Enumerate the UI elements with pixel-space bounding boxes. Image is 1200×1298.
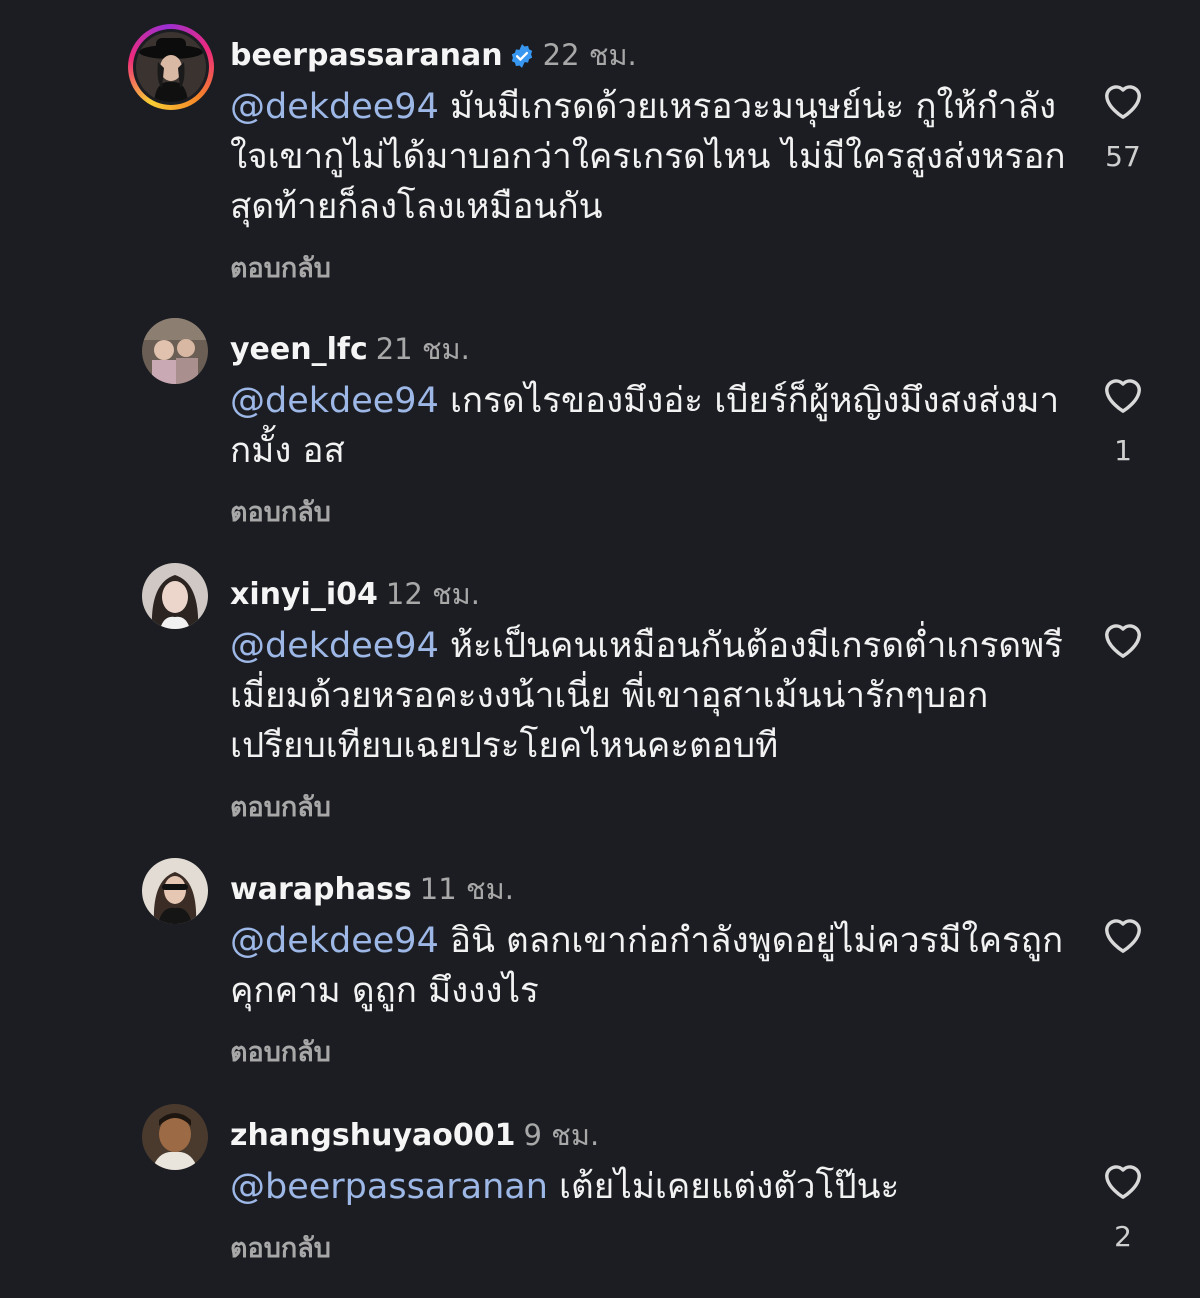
like-count: 1 (1114, 434, 1132, 467)
username-link[interactable]: zhangshuyao001 (230, 1118, 516, 1153)
username-link[interactable]: waraphass (230, 872, 412, 907)
username-link[interactable]: yeen_lfc (230, 332, 368, 367)
like-count: 57 (1105, 140, 1141, 173)
username-link[interactable]: xinyi_i04 (230, 577, 378, 612)
avatar[interactable] (142, 1104, 208, 1170)
avatar[interactable] (142, 563, 208, 629)
reply-button[interactable]: ตอบกลับ (230, 785, 331, 828)
like-heart-icon[interactable] (1100, 372, 1146, 414)
reply-button[interactable]: ตอบกลับ (230, 490, 331, 533)
like-heart-icon[interactable] (1100, 78, 1146, 120)
comment-text: @dekdee94 อินิ ตลกเขาก่อกำลังพูดอยู่ไม่ค… (230, 916, 1070, 1016)
comment-body-text: เต้ยไม่เคยแต่งตัวโป๊นะ (547, 1167, 900, 1207)
avatar-story-ring[interactable] (128, 24, 214, 110)
avatar[interactable] (142, 318, 208, 384)
reply-button[interactable]: ตอบกลับ (230, 246, 331, 289)
comment-timestamp: 11 ชม. (419, 872, 514, 906)
reply-button[interactable]: ตอบกลับ (230, 1226, 331, 1269)
mention-link[interactable]: @dekdee94 (230, 87, 439, 127)
reply-button[interactable]: ตอบกลับ (230, 1030, 331, 1073)
comment-text: @dekdee94 มันมีเกรดด้วยเหรอวะมนุษย์น่ะ ก… (230, 82, 1070, 232)
verified-badge-icon (509, 42, 535, 77)
comment-username[interactable]: yeen_lfc 21 ชม. (230, 326, 470, 372)
comment-timestamp: 12 ชม. (385, 577, 481, 611)
comment-timestamp: 9 ชม. (523, 1118, 600, 1152)
mention-link[interactable]: @dekdee94 (230, 626, 439, 666)
comment-text: @dekdee94 เกรดไรของมึงอ่ะ เบียร์ก็ผู้หญิ… (230, 376, 1070, 476)
avatar (136, 32, 206, 102)
like-heart-icon[interactable] (1100, 912, 1146, 954)
mention-link[interactable]: @beerpassaranan (230, 1167, 548, 1207)
comment-username[interactable]: xinyi_i04 12 ชม. (230, 571, 480, 617)
mention-link[interactable]: @dekdee94 (230, 381, 439, 421)
like-heart-icon[interactable] (1100, 617, 1146, 659)
comment-timestamp: 22 ชม. (542, 38, 637, 72)
comment-username[interactable]: waraphass 11 ชม. (230, 866, 514, 912)
comment-text: @dekdee94 ห้ะเป็นคนเหมือนกันต้องมีเกรดต่… (230, 621, 1070, 771)
comment-username[interactable]: zhangshuyao001 9 ชม. (230, 1112, 599, 1158)
username-link[interactable]: beerpassaranan (230, 38, 503, 73)
mention-link[interactable]: @dekdee94 (230, 921, 439, 961)
avatar[interactable] (142, 858, 208, 924)
comment-thread: beerpassaranan 22 ชม. @dekdee94 มันมีเกรด… (0, 0, 1200, 1298)
like-count: 2 (1114, 1220, 1132, 1253)
comment-text: @beerpassaranan เต้ยไม่เคยแต่งตัวโป๊นะ (230, 1162, 1070, 1212)
comment-timestamp: 21 ชม. (375, 332, 470, 366)
like-heart-icon[interactable] (1100, 1158, 1146, 1200)
comment-username[interactable]: beerpassaranan 22 ชม. (230, 32, 637, 78)
